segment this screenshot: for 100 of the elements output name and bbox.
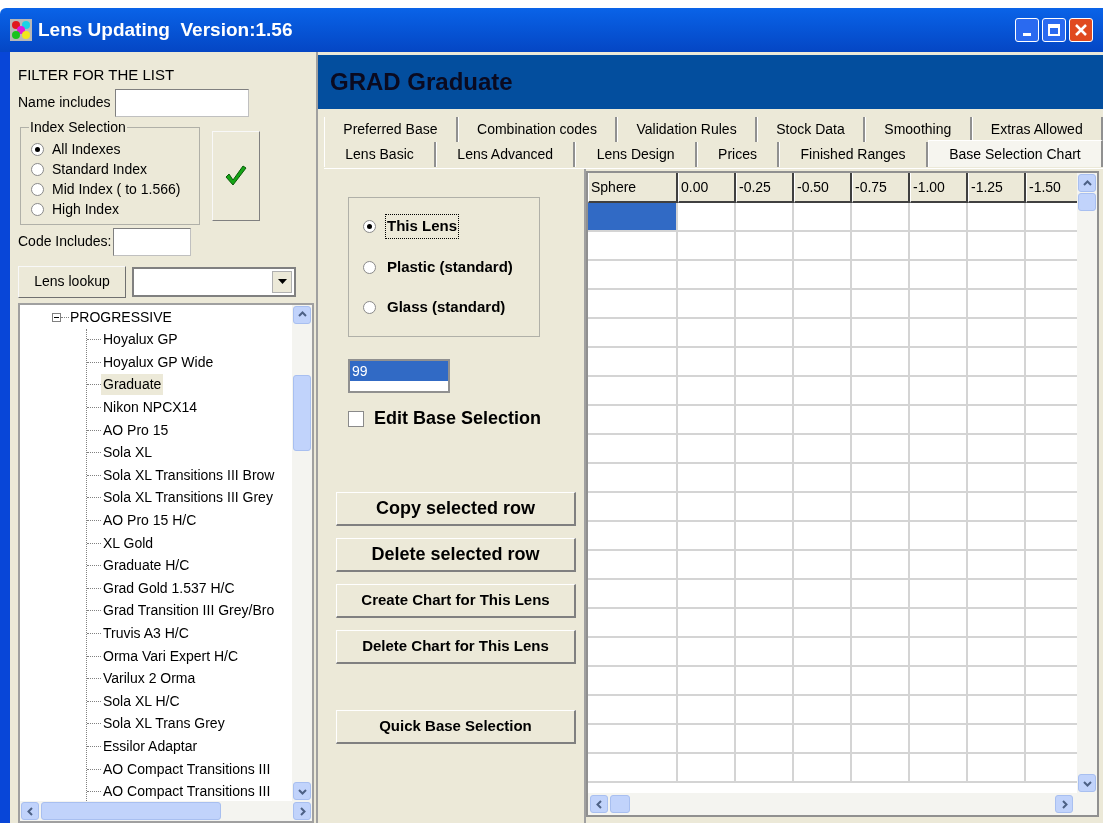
grid-cell[interactable] [794,551,852,580]
grid-cell[interactable] [852,464,910,493]
grid-cell[interactable] [852,493,910,522]
grid-cell[interactable] [968,348,1026,377]
grid-cell[interactable] [736,493,794,522]
tab[interactable]: Finished Ranges [779,142,928,167]
grid-cell[interactable] [736,290,794,319]
vertical-scrollbar[interactable] [1077,173,1097,793]
grid-cell[interactable] [736,522,794,551]
grid-cell[interactable] [736,725,794,754]
tree-item[interactable]: Sola XL H/C [101,690,182,712]
grid-cell[interactable] [588,348,678,377]
close-button[interactable] [1069,18,1093,42]
grid-cell[interactable] [794,725,852,754]
grid-cell[interactable] [588,725,678,754]
radio-button[interactable] [31,202,44,216]
scroll-right-icon[interactable] [1055,795,1073,813]
horizontal-scrollbar[interactable] [20,801,312,821]
grid-cell[interactable] [910,348,968,377]
vertical-scrollbar[interactable] [292,304,312,801]
grid-cell[interactable] [852,261,910,290]
tree-item[interactable]: AO Pro 15 H/C [101,510,199,532]
grid-cell[interactable] [588,696,678,725]
grid-cell[interactable] [678,232,736,261]
radio-button[interactable] [363,260,376,274]
grid-cell[interactable] [968,493,1026,522]
grid-cell[interactable] [968,580,1026,609]
tree-item[interactable]: PROGRESSIVE [69,306,173,328]
grid-cell[interactable] [678,348,736,377]
grid-cell[interactable] [852,638,910,667]
minimize-button[interactable] [1015,18,1039,42]
grid-cell[interactable] [736,232,794,261]
grid-cell[interactable] [678,319,736,348]
tab[interactable]: Base Selection Chart [927,140,1103,167]
action-button[interactable]: Delete selected row [336,538,576,572]
grid-cell[interactable] [794,319,852,348]
tree-item[interactable]: AO Compact Transitions III [101,758,273,780]
grid-cell[interactable] [794,609,852,638]
grid-cell[interactable] [678,609,736,638]
grid-cell[interactable] [678,580,736,609]
lens-dropdown[interactable] [132,266,296,297]
grid-cell[interactable] [968,696,1026,725]
tab[interactable]: Smoothing [865,117,972,142]
grid-cell[interactable] [588,435,678,464]
grid-cell[interactable] [794,754,852,783]
grid-cell[interactable] [678,203,736,232]
grid-cell[interactable] [794,667,852,696]
grid-cell[interactable] [794,348,852,377]
grid-cell[interactable] [968,754,1026,783]
grid-cell[interactable] [736,754,794,783]
grid-cell[interactable] [852,580,910,609]
grid-cell[interactable] [910,232,968,261]
grid-cell[interactable] [968,203,1026,232]
grid-cell[interactable] [736,696,794,725]
grid-cell[interactable] [852,522,910,551]
grid-cell[interactable] [736,667,794,696]
grid-cell[interactable] [910,551,968,580]
grid-cell[interactable] [588,406,678,435]
tab[interactable]: Combination codes [457,117,618,142]
code-field[interactable] [113,227,192,256]
tree-item[interactable]: Sola XL Transitions III Brow [101,464,277,486]
tree-item[interactable]: Essilor Adaptar [101,736,200,757]
action-button[interactable]: Quick Base Selection [336,710,576,744]
grid-cell[interactable] [678,638,736,667]
grid-cell[interactable] [910,754,968,783]
grid-cell[interactable] [852,725,910,754]
grid-cell[interactable] [678,667,736,696]
grid-cell[interactable] [852,406,910,435]
grid-cell[interactable] [794,377,852,406]
grid-cell[interactable] [588,493,678,522]
tree-item[interactable]: Sola XL Transitions III Grey [101,487,275,509]
grid-cell[interactable] [852,203,910,232]
scroll-thumb[interactable] [41,802,221,820]
grid-cell[interactable] [910,435,968,464]
grid-cell[interactable] [678,435,736,464]
scroll-up-icon[interactable] [293,305,311,324]
grid-cell[interactable] [736,348,794,377]
tree-item[interactable]: XL Gold [101,532,156,554]
grid-cell[interactable] [794,696,852,725]
radio-button[interactable] [31,162,44,176]
grid-cell[interactable] [968,725,1026,754]
tree-item[interactable]: Graduate [101,374,164,396]
grid-cell[interactable] [794,638,852,667]
scroll-left-icon[interactable] [21,802,39,820]
grid-cell[interactable] [910,638,968,667]
grid-cell[interactable] [588,464,678,493]
grid-cell[interactable] [852,551,910,580]
tree-item[interactable]: Varilux 2 Orma [101,668,198,690]
grid-cell[interactable] [968,522,1026,551]
action-button[interactable]: Copy selected row [336,492,576,526]
grid-cell[interactable] [910,203,968,232]
grid-cell[interactable] [968,261,1026,290]
grid-cell[interactable] [852,667,910,696]
grid-cell[interactable] [794,261,852,290]
grid-cell[interactable] [852,435,910,464]
grid-cell[interactable] [794,290,852,319]
tab[interactable]: Stock Data [756,117,866,142]
grid-cell[interactable] [910,406,968,435]
grid-cell[interactable] [588,290,678,319]
grid-cell[interactable] [588,261,678,290]
